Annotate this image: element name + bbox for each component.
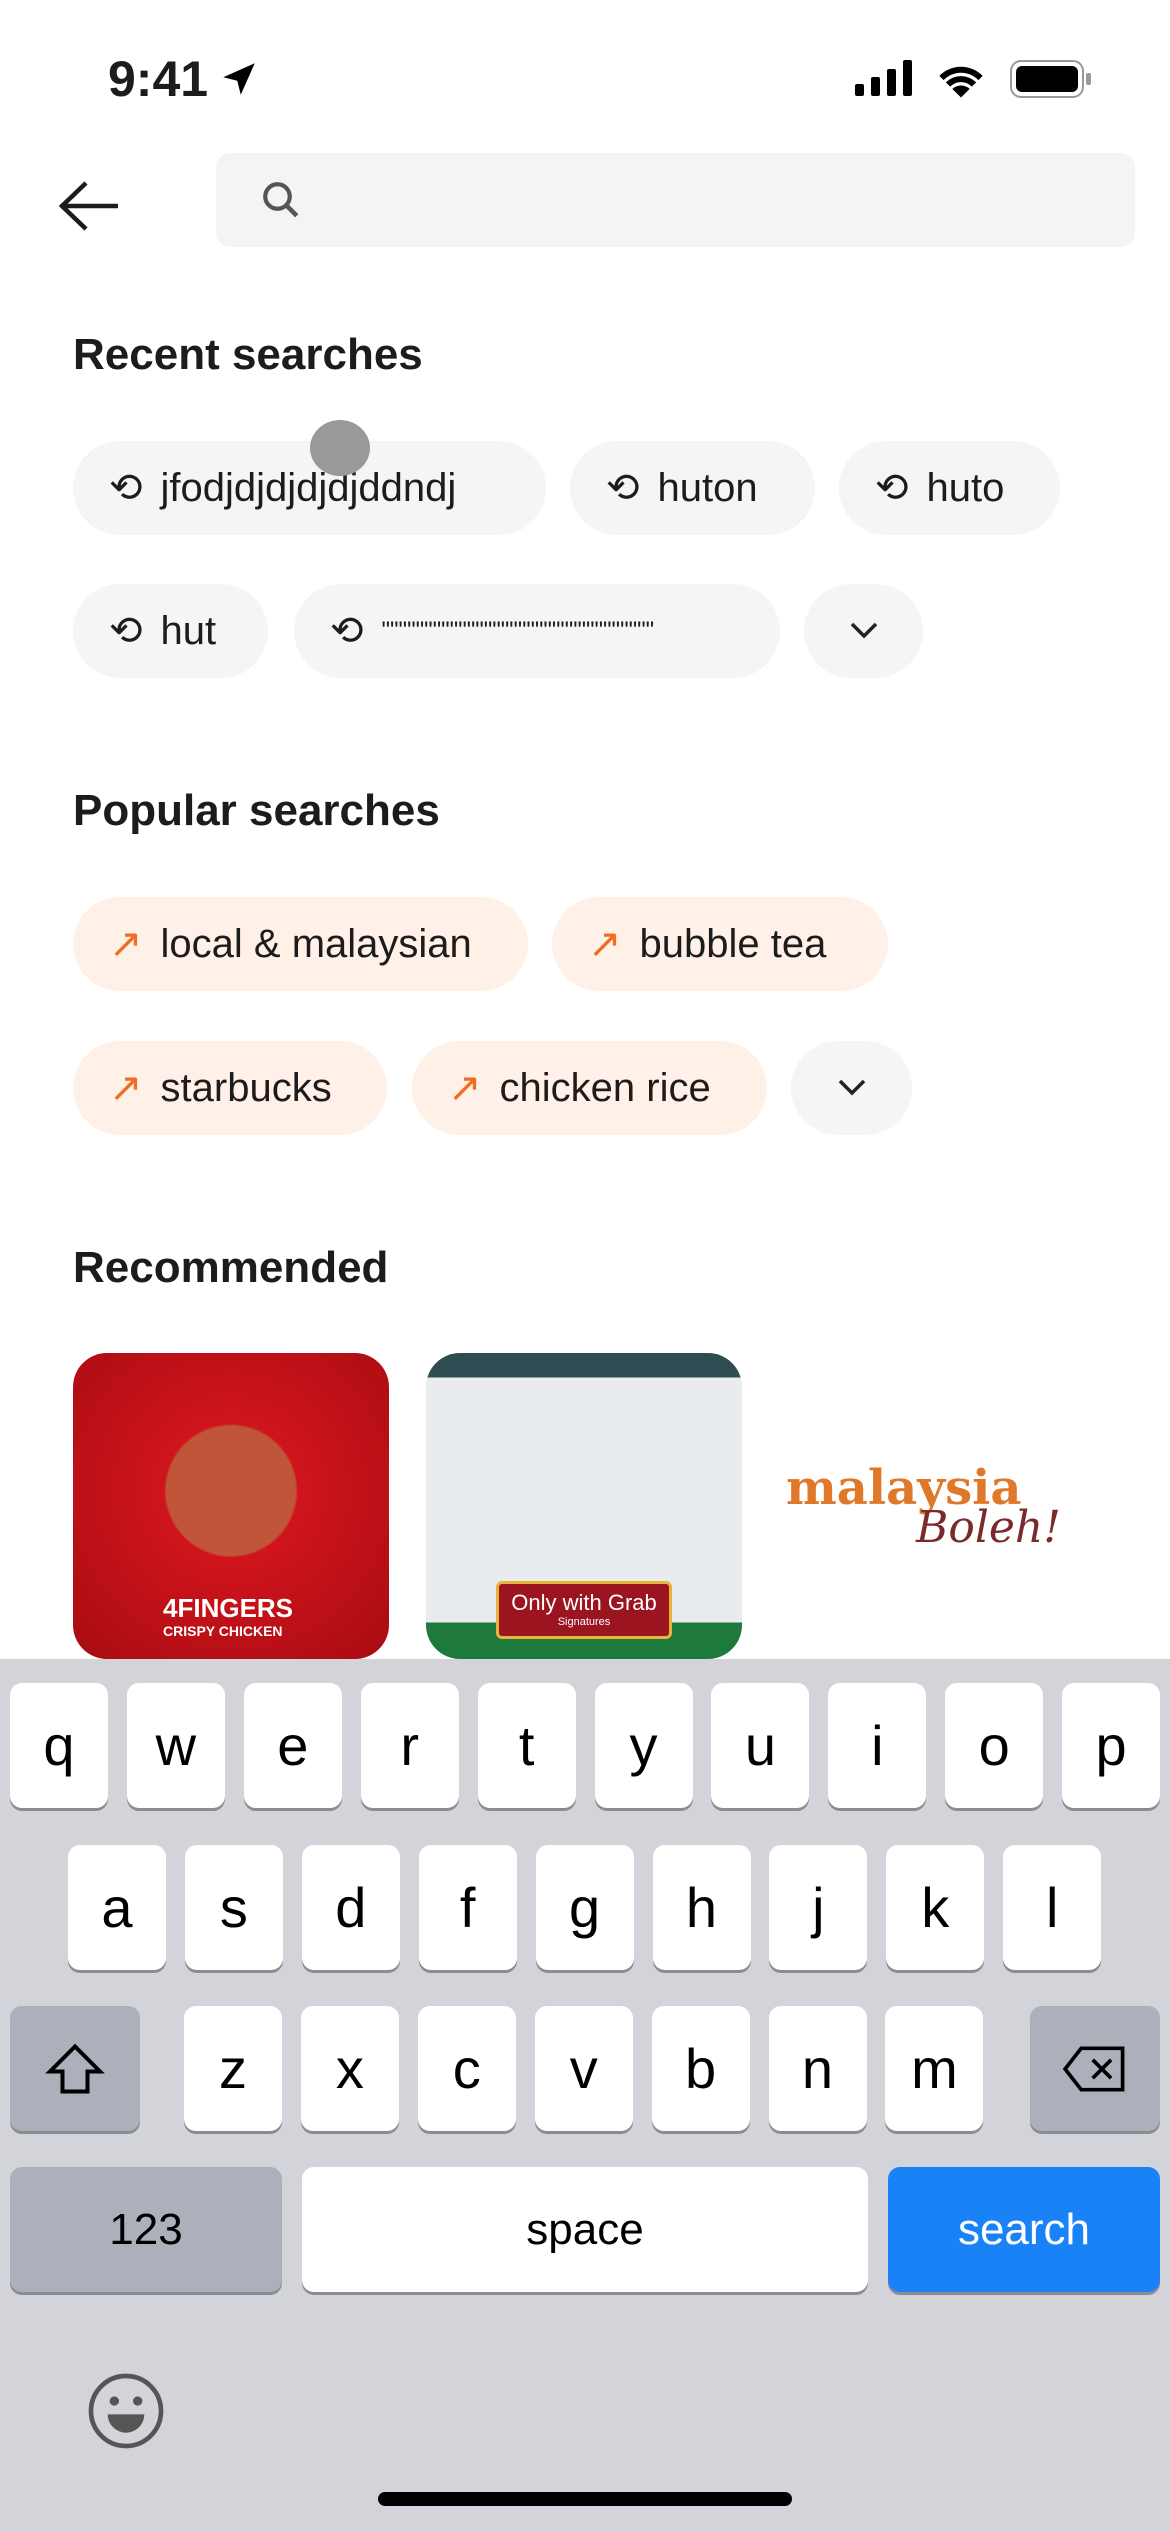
key-a[interactable]: a <box>68 1845 166 1970</box>
search-key[interactable]: search <box>888 2167 1160 2292</box>
emoji-button[interactable] <box>86 2371 166 2451</box>
signal-icon <box>855 60 915 101</box>
trending-icon: ↗ <box>588 922 622 966</box>
key-i[interactable]: i <box>828 1683 927 1808</box>
popular-chip[interactable]: ↗ local & malaysian <box>73 897 528 991</box>
expand-popular-button[interactable] <box>791 1041 912 1135</box>
key-m[interactable]: m <box>885 2006 984 2131</box>
history-icon: ⟲ <box>606 466 640 510</box>
recent-chip[interactable]: ⟲ huton <box>570 441 815 535</box>
expand-recent-button[interactable] <box>804 584 923 678</box>
recent-chip[interactable]: ⟲ """""""""""""""""""""""""""""""" <box>294 584 780 678</box>
recommended-grab-signatures[interactable]: Only with Grab Signatures <box>426 1353 742 1659</box>
key-f[interactable]: f <box>418 1845 517 1970</box>
recent-chip[interactable]: ⟲ hut <box>73 584 268 678</box>
brand-text: 4FINGERS <box>163 1593 294 1623</box>
back-arrow-icon <box>58 181 118 231</box>
chip-label: starbucks <box>160 1065 332 1110</box>
battery-icon <box>1010 60 1092 103</box>
clock: 9:41 <box>108 51 209 107</box>
backspace-icon <box>1062 2045 1125 2092</box>
key-v[interactable]: v <box>534 2006 633 2131</box>
badge-text: Only with Grab <box>511 1590 657 1615</box>
recent-chip[interactable]: ⟲ huto <box>839 441 1060 535</box>
recent-chip[interactable]: ⟲ jfodjdjdjdjdjddndj <box>73 441 546 535</box>
history-icon: ⟲ <box>875 466 909 510</box>
key-y[interactable]: y <box>594 1683 693 1808</box>
backspace-key[interactable] <box>1030 2006 1160 2131</box>
chevron-down-icon <box>838 1079 865 1096</box>
badge-sub: Signatures <box>557 1616 611 1628</box>
popular-chip[interactable]: ↗ chicken rice <box>412 1041 767 1135</box>
tagline-text: CRISPY CHICKEN <box>163 1623 283 1639</box>
recent-searches-title: Recent searches <box>73 330 423 379</box>
search-input[interactable] <box>216 153 1135 247</box>
key-b[interactable]: b <box>651 2006 750 2131</box>
key-g[interactable]: g <box>535 1845 634 1970</box>
space-key[interactable]: space <box>302 2167 868 2292</box>
chip-label: chicken rice <box>499 1065 711 1110</box>
chip-label: huto <box>926 465 1005 510</box>
chip-label: """""""""""""""""""""""""""""""" <box>381 617 655 644</box>
chevron-down-icon <box>850 622 877 639</box>
chip-label: bubble tea <box>639 921 827 966</box>
key-c[interactable]: c <box>417 2006 516 2131</box>
chip-label: local & malaysian <box>160 921 472 966</box>
recommended-malaysia-boleh[interactable]: malaysia Boleh! <box>786 1460 1106 1553</box>
recommended-4fingers[interactable]: 4FINGERS CRISPY CHICKEN <box>73 1353 389 1659</box>
search-icon <box>263 182 299 218</box>
key-l[interactable]: l <box>1003 1845 1102 1970</box>
key-x[interactable]: x <box>300 2006 399 2131</box>
recommended-title: Recommended <box>73 1243 389 1292</box>
emoji-icon <box>88 2373 164 2449</box>
logo-script: Boleh! <box>916 1502 1061 1553</box>
key-p[interactable]: p <box>1062 1683 1161 1808</box>
popular-chip[interactable]: ↗ starbucks <box>73 1041 387 1135</box>
key-n[interactable]: n <box>768 2006 867 2131</box>
shift-key[interactable] <box>10 2006 140 2131</box>
history-icon: ⟲ <box>109 466 143 510</box>
back-button[interactable] <box>58 180 120 237</box>
location-arrow-icon <box>223 63 255 95</box>
trending-icon: ↗ <box>448 1066 482 1110</box>
key-u[interactable]: u <box>711 1683 810 1808</box>
key-r[interactable]: r <box>360 1683 459 1808</box>
wifi-icon <box>935 58 987 103</box>
keyboard: 123 space search qwertyuiop asdfghjkl zxcv… <box>0 1659 1170 2532</box>
numbers-key[interactable]: 123 <box>10 2167 282 2292</box>
chip-label: jfodjdjdjdjdjddndj <box>160 465 457 510</box>
popular-chip[interactable]: ↗ bubble tea <box>552 897 888 991</box>
key-s[interactable]: s <box>184 1845 283 1970</box>
key-e[interactable]: e <box>243 1683 342 1808</box>
key-t[interactable]: t <box>477 1683 576 1808</box>
key-o[interactable]: o <box>945 1683 1044 1808</box>
key-k[interactable]: k <box>886 1845 985 1970</box>
key-z[interactable]: z <box>184 2006 282 2131</box>
trending-icon: ↗ <box>109 922 143 966</box>
touch-indicator <box>310 420 370 476</box>
trending-icon: ↗ <box>109 1066 143 1110</box>
key-h[interactable]: h <box>652 1845 751 1970</box>
key-q[interactable]: q <box>10 1683 108 1808</box>
history-icon: ⟲ <box>330 609 364 653</box>
popular-searches-title: Popular searches <box>73 786 440 835</box>
chip-label: hut <box>160 608 217 653</box>
key-j[interactable]: j <box>769 1845 868 1970</box>
history-icon: ⟲ <box>109 609 143 653</box>
chip-label: huton <box>657 465 758 510</box>
shift-icon <box>45 2043 105 2093</box>
key-w[interactable]: w <box>126 1683 225 1808</box>
home-indicator <box>378 2492 792 2506</box>
key-d[interactable]: d <box>301 1845 400 1970</box>
status-time: 9:41 <box>108 50 260 108</box>
